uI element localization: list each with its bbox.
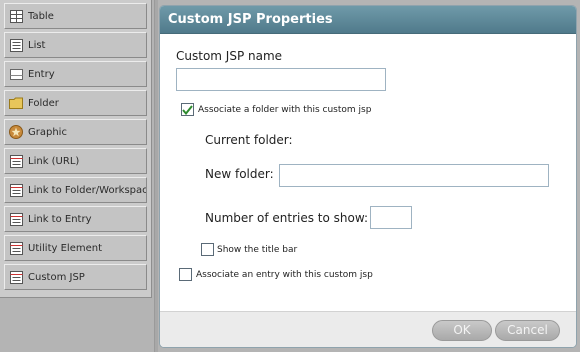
folder-icon xyxy=(9,96,23,110)
cancel-button[interactable]: Cancel xyxy=(495,320,560,341)
entry-icon xyxy=(9,67,23,81)
palette-item-label: Custom JSP xyxy=(28,271,85,283)
link-entry-icon xyxy=(9,212,23,226)
associate-folder-checkbox[interactable] xyxy=(181,103,194,116)
link-url-icon xyxy=(9,154,23,168)
element-palette: Table List Entry Folder Graphic Link (UR… xyxy=(0,0,152,298)
palette-item-label: Entry xyxy=(28,68,55,80)
palette-item-label: Link to Folder/Workspace xyxy=(28,184,147,196)
ok-button[interactable]: OK xyxy=(432,320,492,341)
palette-item-entry[interactable]: Entry xyxy=(4,61,147,87)
utility-icon xyxy=(9,241,23,255)
palette-item-graphic[interactable]: Graphic xyxy=(4,119,147,145)
palette-item-label: List xyxy=(28,39,46,51)
dialog-title[interactable]: Custom JSP Properties xyxy=(160,6,576,34)
table-icon xyxy=(9,9,23,23)
palette-item-link-url[interactable]: Link (URL) xyxy=(4,148,147,174)
palette-item-label: Graphic xyxy=(28,126,67,138)
palette-item-label: Link to Entry xyxy=(28,213,92,225)
associate-folder-label: Associate a folder with this custom jsp xyxy=(198,105,372,115)
palette-item-label: Folder xyxy=(28,97,59,109)
associate-entry-checkbox[interactable] xyxy=(179,268,192,281)
current-folder-label: Current folder: xyxy=(205,133,293,147)
number-of-entries-label: Number of entries to show: xyxy=(205,211,369,225)
show-title-bar-label: Show the title bar xyxy=(217,245,298,255)
dialog-footer: OK Cancel xyxy=(160,311,576,347)
splitter[interactable] xyxy=(154,0,158,352)
palette-item-label: Link (URL) xyxy=(28,155,80,167)
show-title-bar-checkbox[interactable] xyxy=(201,243,214,256)
palette-item-list[interactable]: List xyxy=(4,32,147,58)
custom-jsp-icon xyxy=(9,270,23,284)
list-icon xyxy=(9,38,23,52)
number-of-entries-input[interactable] xyxy=(370,206,412,229)
palette-item-table[interactable]: Table xyxy=(4,3,147,29)
new-folder-label: New folder: xyxy=(205,167,274,181)
palette-item-custom-jsp[interactable]: Custom JSP xyxy=(4,264,147,290)
custom-jsp-name-input[interactable] xyxy=(176,68,386,91)
new-folder-input[interactable] xyxy=(279,164,549,187)
palette-item-folder[interactable]: Folder xyxy=(4,90,147,116)
palette-item-label: Table xyxy=(28,10,54,22)
palette-item-utility[interactable]: Utility Element xyxy=(4,235,147,261)
custom-jsp-properties-dialog: Custom JSP Properties Custom JSP name As… xyxy=(159,5,577,348)
palette-item-label: Utility Element xyxy=(28,242,102,254)
checkmark-icon xyxy=(182,104,193,115)
palette-item-link-entry[interactable]: Link to Entry xyxy=(4,206,147,232)
link-folder-icon xyxy=(9,183,23,197)
palette-item-link-folder[interactable]: Link to Folder/Workspace xyxy=(4,177,147,203)
custom-jsp-name-label: Custom JSP name xyxy=(176,49,283,63)
associate-entry-label: Associate an entry with this custom jsp xyxy=(196,270,373,280)
graphic-icon xyxy=(9,125,23,139)
dialog-body: Custom JSP name Associate a folder with … xyxy=(160,34,576,311)
